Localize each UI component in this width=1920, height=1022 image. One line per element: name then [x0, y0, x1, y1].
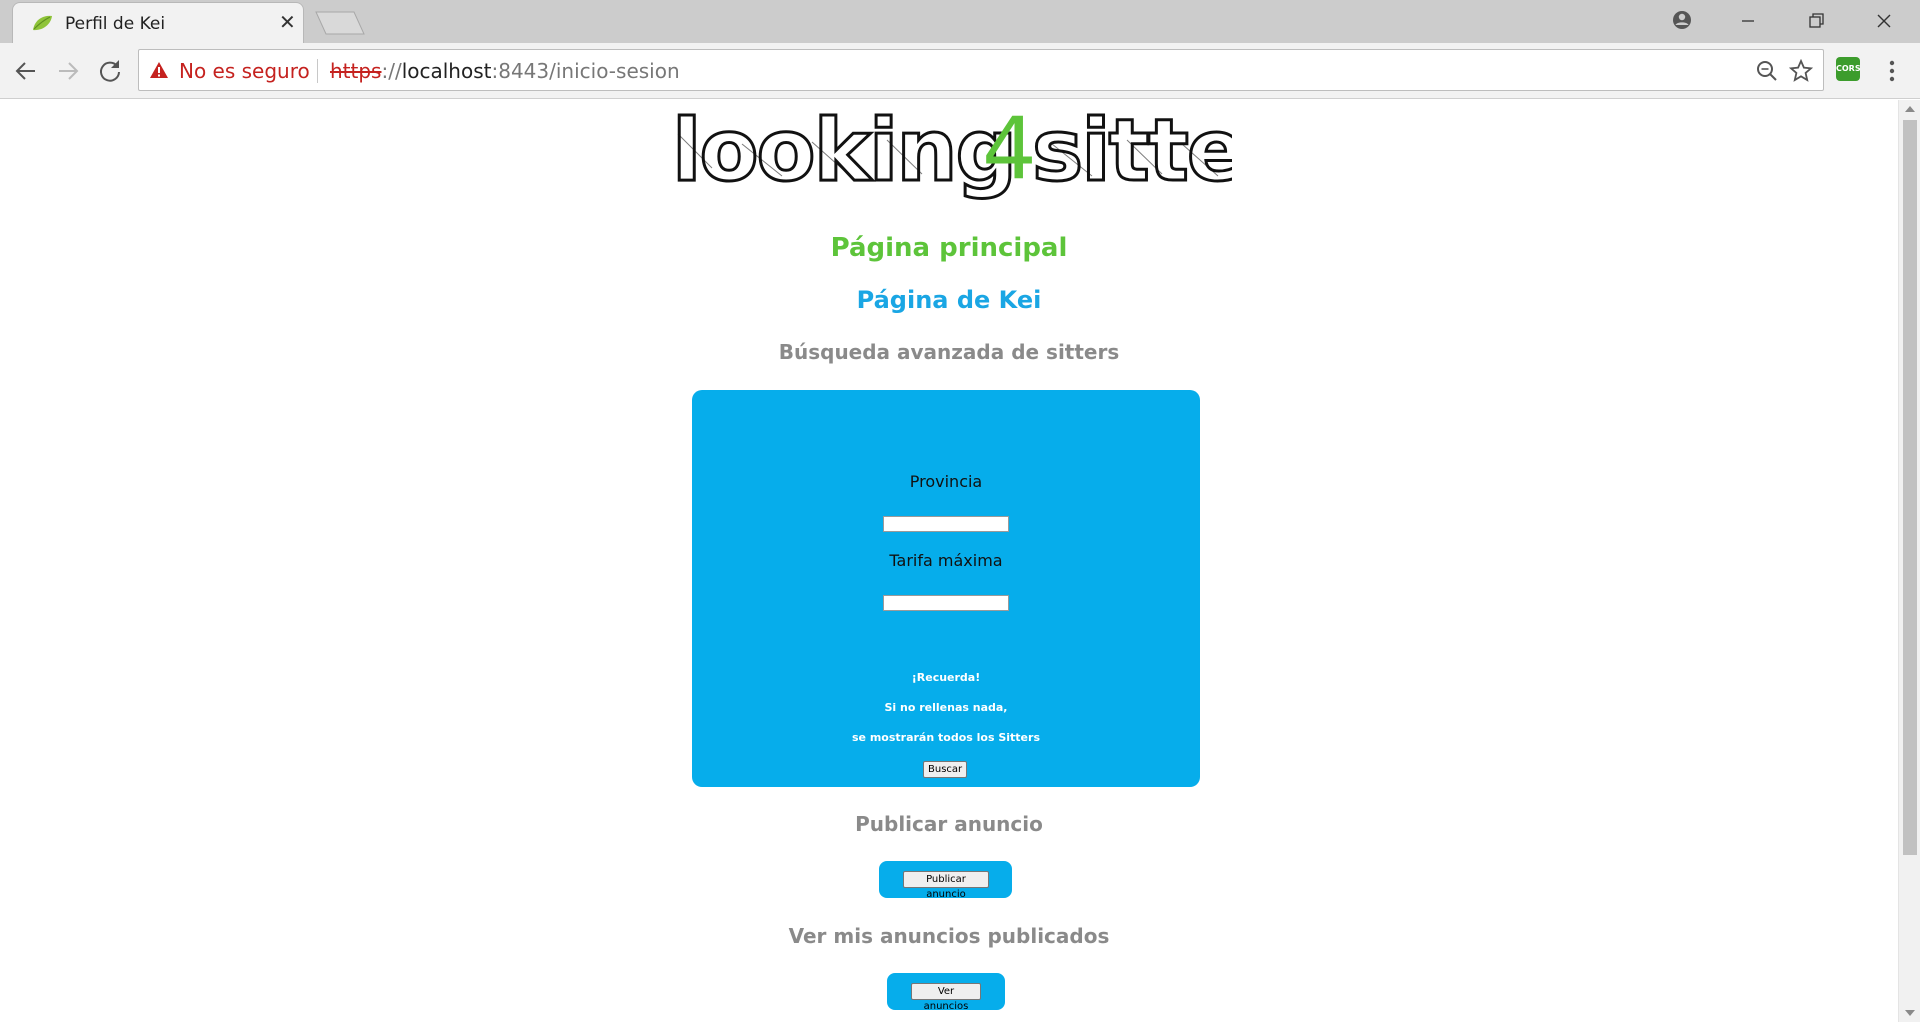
view-ads-button[interactable]: Ver anuncios	[911, 983, 981, 1012]
new-tab-button[interactable]	[314, 10, 366, 36]
url-text[interactable]: https://localhost:8443/inicio-sesion	[330, 59, 680, 83]
tip-line-2: Si no rellenas nada,	[884, 701, 1008, 714]
page-scrollbar[interactable]	[1898, 100, 1920, 1022]
restore-icon[interactable]	[1794, 6, 1838, 36]
my-ads-heading: Ver mis anuncios publicados	[788, 924, 1110, 948]
publish-ad-pill: Publicar anuncio	[879, 861, 1012, 900]
looking4sitter-logo: looking 4 sitter	[672, 104, 1232, 200]
tip-line-3: se mostrarán todos los Sitters	[852, 731, 1040, 744]
profile-page-link[interactable]: Página de Kei	[0, 286, 1898, 314]
scroll-up-arrow-icon[interactable]	[1905, 106, 1915, 112]
tab-close-icon[interactable]: ✕	[279, 11, 296, 33]
cors-extension-icon[interactable]: CORS	[1836, 57, 1861, 81]
main-page-link[interactable]: Página principal	[0, 233, 1898, 263]
url-scheme: https	[330, 59, 382, 83]
province-input[interactable]	[883, 516, 1009, 532]
page-viewport: looking 4 sitter Página principal Página…	[0, 100, 1898, 1022]
advanced-search-heading: Búsqueda avanzada de sitters	[778, 340, 1120, 364]
forward-arrow-icon[interactable]	[52, 55, 84, 87]
browser-toolbar: No es seguro https://localhost:8443/inic…	[0, 43, 1920, 99]
scroll-down-arrow-icon[interactable]	[1905, 1010, 1915, 1016]
leaf-favicon-icon	[33, 15, 52, 31]
address-bar[interactable]: No es seguro https://localhost:8443/inic…	[138, 49, 1824, 91]
publish-ad-heading: Publicar anuncio	[855, 812, 1043, 836]
scroll-thumb[interactable]	[1903, 120, 1917, 855]
url-scheme-separator: ://	[381, 59, 402, 83]
warning-icon	[150, 62, 168, 78]
publish-ad-button[interactable]: Publicar anuncio	[903, 871, 989, 900]
search-button[interactable]: Buscar	[923, 761, 967, 778]
browser-titlebar: Perfil de Kei ✕	[0, 0, 1920, 43]
url-path: :8443/inicio-sesion	[491, 59, 680, 83]
url-separator	[317, 59, 318, 83]
tip-title: ¡Recuerda!	[911, 671, 981, 684]
province-label: Provincia	[909, 472, 983, 491]
tab-title: Perfil de Kei	[65, 14, 166, 34]
advanced-search-form: Provincia Tarifa máxima ¡Recuerda! Si no…	[692, 390, 1200, 787]
logo-text-four: 4	[982, 104, 1035, 199]
not-secure-label[interactable]: No es seguro	[179, 59, 310, 83]
close-window-icon[interactable]	[1862, 6, 1906, 36]
max-rate-input[interactable]	[883, 595, 1009, 611]
back-arrow-icon[interactable]	[10, 55, 42, 87]
my-ads-pill: Ver anuncios	[887, 973, 1005, 1012]
browser-menu-icon[interactable]	[1880, 55, 1904, 87]
profile-icon[interactable]	[1660, 6, 1704, 36]
max-rate-label: Tarifa máxima	[889, 551, 1003, 570]
minimize-icon[interactable]	[1726, 6, 1770, 36]
logo-text-left: looking	[672, 104, 1015, 200]
zoom-icon[interactable]	[1755, 59, 1779, 83]
browser-tab[interactable]: Perfil de Kei ✕	[12, 2, 304, 43]
url-host: localhost	[401, 59, 492, 83]
bookmark-star-icon[interactable]	[1789, 59, 1813, 83]
reload-icon[interactable]	[94, 55, 126, 87]
